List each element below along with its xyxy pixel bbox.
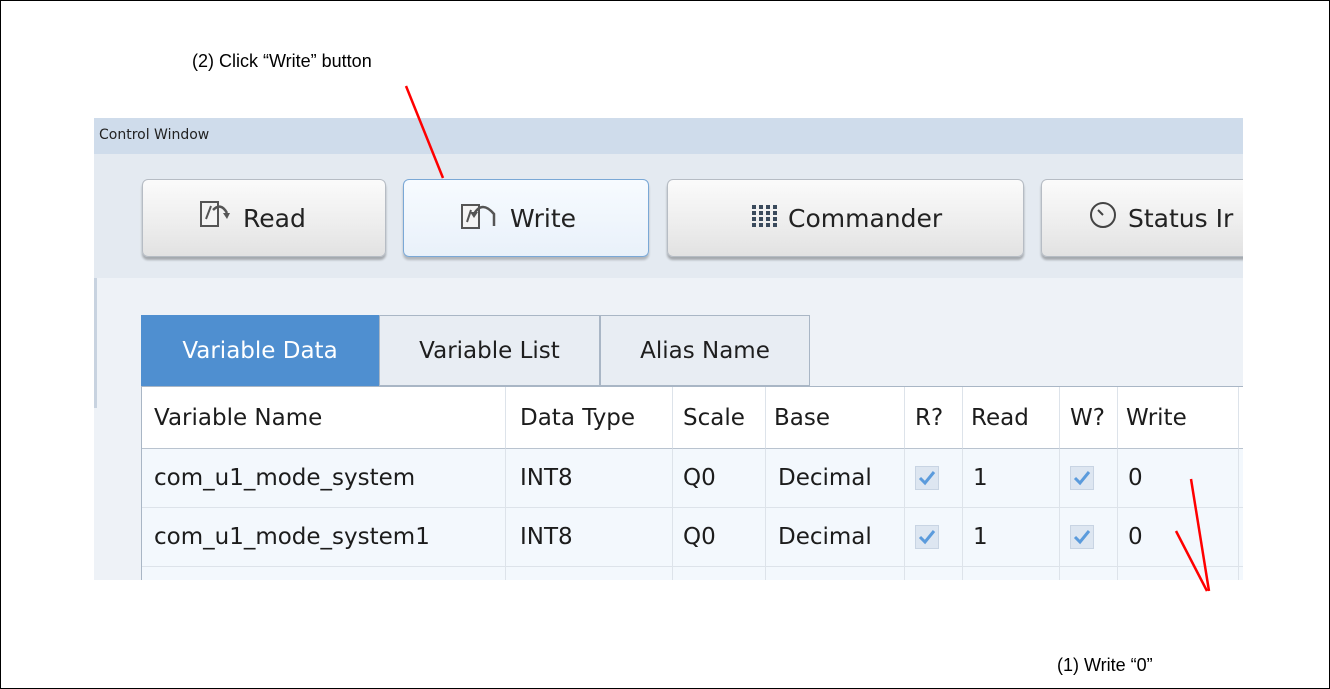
read-enable-checkbox[interactable] xyxy=(915,525,939,549)
annotation-click-write: (2) Click “Write” button xyxy=(192,51,372,71)
read-button-label: Read xyxy=(243,203,306,233)
partial-cell xyxy=(1060,567,1118,580)
column-header[interactable]: Write xyxy=(1118,387,1239,449)
base-cell[interactable]: Decimal xyxy=(766,508,905,567)
data-type-cell[interactable]: INT8 xyxy=(506,508,673,567)
variable-name-cell[interactable]: com_u1_mode_system1 xyxy=(142,508,506,567)
write-icon xyxy=(460,200,500,236)
tab-alias-name[interactable]: Alias Name xyxy=(600,315,810,386)
window-titlebar: Control Window xyxy=(94,118,1243,154)
partial-cell xyxy=(905,567,963,580)
column-header-extra xyxy=(1239,387,1243,449)
write-enable-cell[interactable] xyxy=(1060,508,1118,567)
write-enable-checkbox[interactable] xyxy=(1070,525,1094,549)
window-left-edge xyxy=(94,278,97,408)
checkmark-icon xyxy=(1073,530,1091,545)
commander-button-label: Commander xyxy=(788,203,943,233)
base-cell[interactable]: Decimal xyxy=(766,449,905,508)
status-button[interactable]: Status Ir xyxy=(1041,179,1243,257)
read-enable-cell[interactable] xyxy=(905,449,963,508)
write-value-cell[interactable]: 0 xyxy=(1118,449,1239,508)
commander-button[interactable]: Commander xyxy=(667,179,1024,257)
variable-name-cell[interactable]: com_u1_mode_system xyxy=(142,449,506,508)
column-header[interactable]: Variable Name xyxy=(142,387,506,449)
column-header[interactable]: Data Type xyxy=(506,387,673,449)
row-extra-cell xyxy=(1239,508,1243,567)
partial-cell xyxy=(142,567,506,580)
column-header[interactable]: W? xyxy=(1060,387,1118,449)
variable-table: Variable Name Data Type Scale Base R? Re… xyxy=(141,386,1243,580)
data-type-cell[interactable]: INT8 xyxy=(506,449,673,508)
read-enable-checkbox[interactable] xyxy=(915,466,939,490)
control-window: Control Window Read Write Commander Stat… xyxy=(94,118,1243,580)
read-button[interactable]: Read xyxy=(142,179,386,257)
grid-icon xyxy=(752,204,778,233)
scale-cell[interactable]: Q0 xyxy=(673,508,766,567)
table-header-row: Variable Name Data Type Scale Base R? Re… xyxy=(142,387,1243,449)
document-frame: (2) Click “Write” button (1) Write “0” C… xyxy=(0,0,1330,689)
tab-variable-list[interactable]: Variable List xyxy=(379,315,600,386)
partial-cell xyxy=(506,567,673,580)
write-button[interactable]: Write xyxy=(403,179,649,257)
scale-cell[interactable]: Q0 xyxy=(673,449,766,508)
table-row[interactable]: com_u1_mode_system1 INT8 Q0 Decimal 1 0 xyxy=(142,508,1243,567)
checkmark-icon xyxy=(918,530,936,545)
checkmark-icon xyxy=(1073,471,1091,486)
write-value-cell[interactable]: 0 xyxy=(1118,508,1239,567)
partial-cell xyxy=(673,567,766,580)
table-row[interactable]: com_u1_mode_system INT8 Q0 Decimal 1 0 xyxy=(142,449,1243,508)
column-header[interactable]: Scale xyxy=(673,387,766,449)
table-row-partial xyxy=(142,567,1243,580)
partial-cell xyxy=(1118,567,1239,580)
column-header[interactable]: Base xyxy=(766,387,905,449)
write-button-label: Write xyxy=(510,203,577,233)
read-value-cell: 1 xyxy=(963,449,1060,508)
status-button-label: Status Ir xyxy=(1128,203,1234,233)
tab-variable-data[interactable]: Variable Data xyxy=(141,315,379,386)
window-title: Control Window xyxy=(99,127,210,143)
read-value-cell: 1 xyxy=(963,508,1060,567)
clock-icon xyxy=(1088,200,1118,236)
partial-cell xyxy=(963,567,1060,580)
checkmark-icon xyxy=(918,471,936,486)
column-header[interactable]: R? xyxy=(905,387,963,449)
annotation-write-zero: (1) Write “0” xyxy=(1057,655,1153,675)
read-icon xyxy=(199,200,233,236)
column-header[interactable]: Read xyxy=(963,387,1060,449)
write-enable-cell[interactable] xyxy=(1060,449,1118,508)
partial-cell xyxy=(766,567,905,580)
read-enable-cell[interactable] xyxy=(905,508,963,567)
row-extra-cell xyxy=(1239,449,1243,508)
write-enable-checkbox[interactable] xyxy=(1070,466,1094,490)
